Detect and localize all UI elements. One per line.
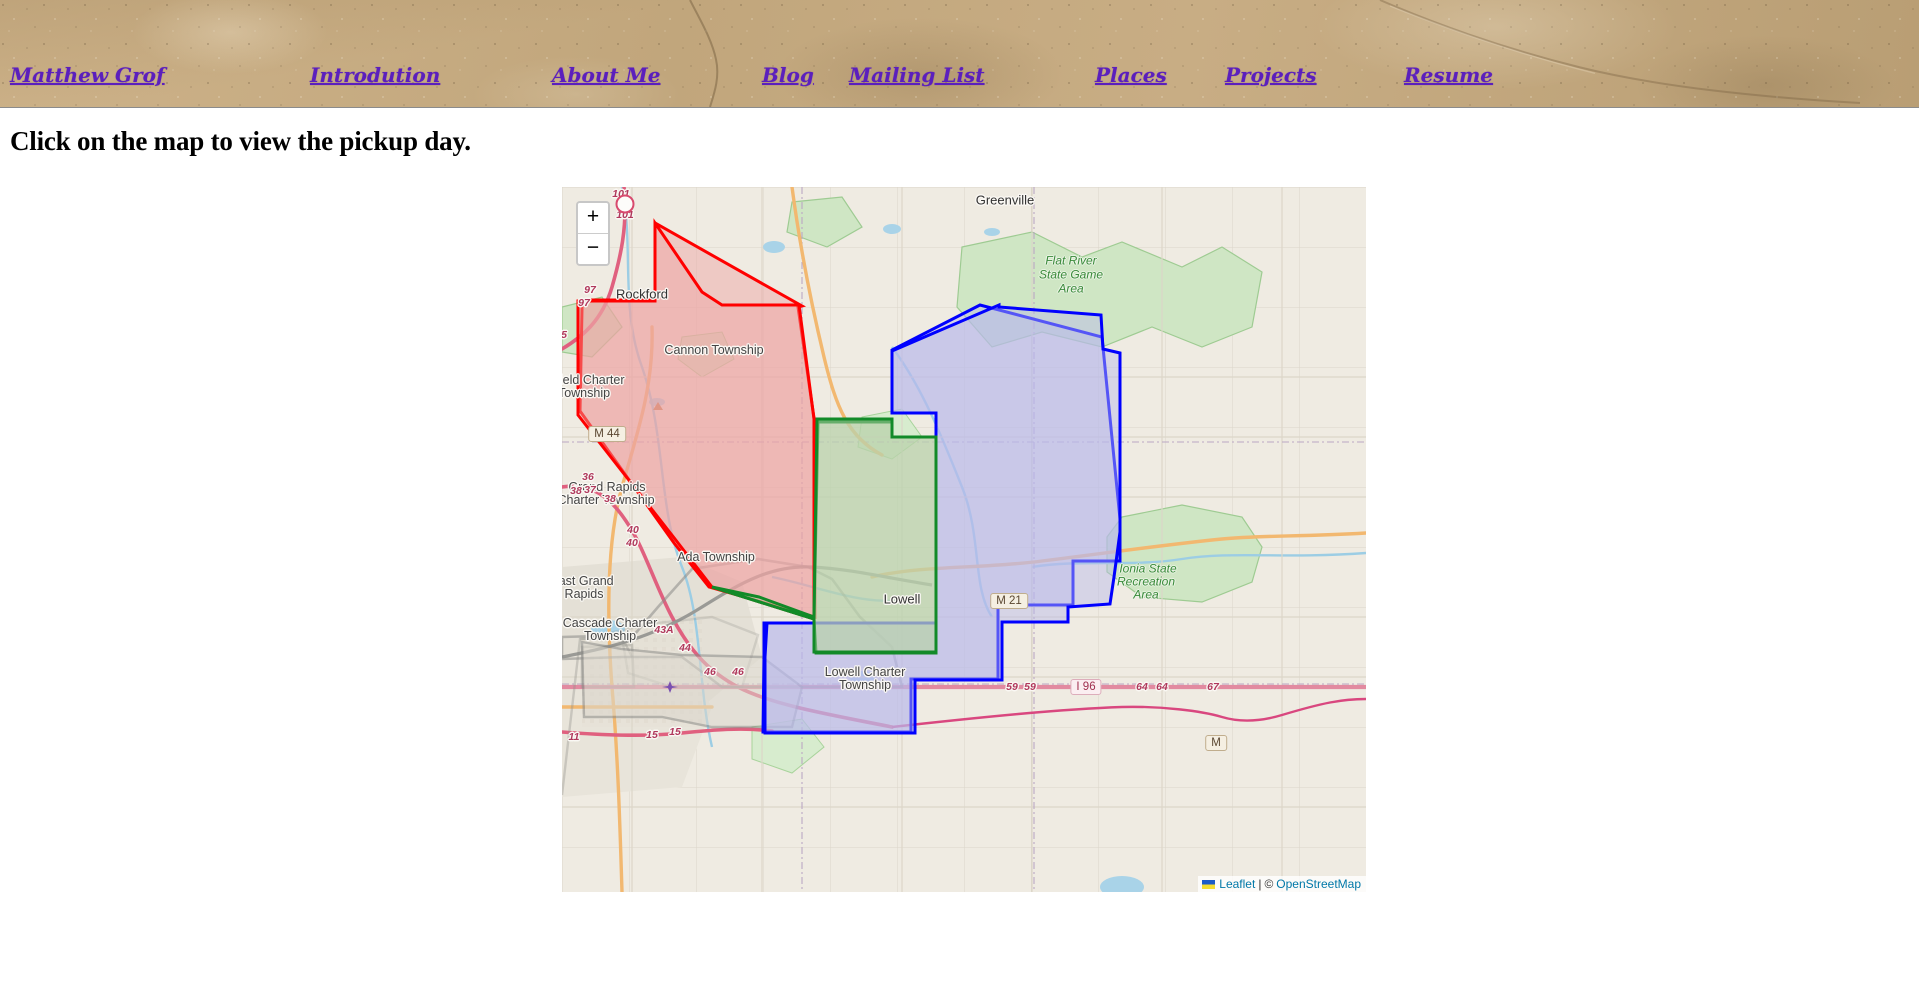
copyright-icon: © <box>1264 877 1274 891</box>
leaflet-map-canvas[interactable]: Greenville Flat River State Game Area Rockfo… <box>562 187 1366 892</box>
site-header: Matthew Grof Introdution About Me Blog M… <box>0 0 1919 108</box>
map-attribution[interactable]: Leaflet | © OpenStreetMap <box>1198 876 1366 892</box>
nav-link-mailing-list[interactable]: Mailing List <box>849 63 985 87</box>
pickup-day-map[interactable]: Greenville Flat River State Game Area Rockfo… <box>562 187 1366 892</box>
map-zoom-control[interactable]: + − <box>576 201 610 266</box>
zoom-out-button[interactable]: − <box>578 234 608 264</box>
main-navigation[interactable]: Matthew Grof Introdution About Me Blog M… <box>0 58 1919 92</box>
nav-link-projects[interactable]: Projects <box>1225 63 1317 87</box>
nav-link-introdution[interactable]: Introdution <box>310 63 440 87</box>
attribution-separator: | <box>1258 877 1262 891</box>
zoom-in-button[interactable]: + <box>578 203 608 234</box>
nav-link-blog[interactable]: Blog <box>762 63 814 87</box>
nav-link-places[interactable]: Places <box>1095 63 1167 87</box>
leaflet-link[interactable]: Leaflet <box>1219 877 1255 891</box>
openstreetmap-link[interactable]: OpenStreetMap <box>1276 877 1361 891</box>
ukraine-flag-icon <box>1202 879 1216 889</box>
nav-link-about-me[interactable]: About Me <box>552 63 660 87</box>
nav-link-resume[interactable]: Resume <box>1404 63 1493 87</box>
nav-link-matthew-grof[interactable]: Matthew Grof <box>10 63 165 87</box>
red-zone-polygon-main[interactable] <box>576 218 816 622</box>
page-title: Click on the map to view the pickup day. <box>10 126 471 156</box>
pickup-zone-overlays[interactable] <box>562 187 1366 892</box>
